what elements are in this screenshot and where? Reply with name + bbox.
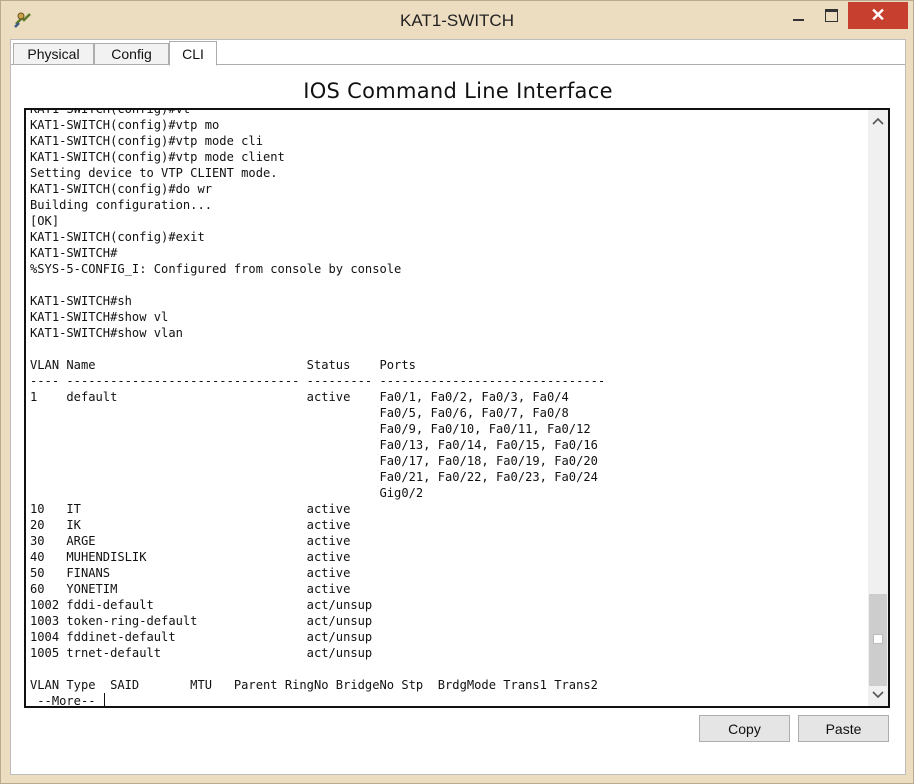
text-cursor	[103, 693, 105, 706]
terminal-line: 1002 fddi-default act/unsup	[30, 598, 373, 612]
terminal-line: 60 YONETIM active	[30, 582, 351, 596]
terminal-line: 1005 trnet-default act/unsup	[30, 646, 373, 660]
terminal-line: Fa0/5, Fa0/6, Fa0/7, Fa0/8	[30, 406, 569, 420]
terminal-line: VLAN Type SAID MTU Parent RingNo BridgeN…	[30, 678, 598, 692]
terminal-line: KAT1-SWITCH(config)#vtp mode cli	[30, 134, 263, 148]
terminal-line: KAT1-SWITCH#show vl	[30, 310, 169, 324]
terminal-line: 30 ARGE active	[30, 534, 351, 548]
minimize-button[interactable]	[783, 2, 813, 29]
terminal-line: Building configuration...	[30, 198, 213, 212]
title-bar[interactable]: KAT1-SWITCH ✕	[1, 1, 913, 39]
close-icon: ✕	[870, 5, 886, 25]
chevron-up-icon	[872, 117, 884, 125]
terminal-line: KAT1-SWITCH(config)#vtp mo	[30, 118, 220, 132]
scroll-thumb[interactable]	[869, 594, 887, 686]
terminal-line: [OK]	[30, 214, 60, 228]
terminal-scrollbar[interactable]	[868, 110, 888, 706]
terminal-line: --More--	[30, 693, 105, 708]
terminal-line: KAT1-SWITCH(config)#vtp mode client	[30, 150, 285, 164]
terminal-line: KAT1-SWITCH#	[30, 246, 118, 260]
tab-physical[interactable]: Physical	[13, 43, 94, 65]
tab-config[interactable]: Config	[94, 43, 169, 65]
terminal-line: 10 IT active	[30, 502, 351, 516]
terminal-line: 50 FINANS active	[30, 566, 351, 580]
terminal-line: 20 IK active	[30, 518, 351, 532]
terminal-line: Fa0/21, Fa0/22, Fa0/23, Fa0/24	[30, 470, 598, 484]
terminal-line: Setting device to VTP CLIENT mode.	[30, 166, 278, 180]
terminal-line: VLAN Name Status Ports	[30, 358, 416, 372]
scroll-down-button[interactable]	[868, 686, 888, 704]
scroll-up-button[interactable]	[868, 112, 888, 130]
terminal-line: 1004 fddinet-default act/unsup	[30, 630, 373, 644]
app-window: KAT1-SWITCH ✕ Physical Config CLI IOS Co…	[0, 0, 914, 784]
scroll-grip	[873, 634, 883, 644]
cli-terminal[interactable]: KAT1-SWITCH(config)#vt KAT1-SWITCH(config…	[24, 108, 890, 708]
terminal-line: KAT1-SWITCH#sh	[30, 294, 132, 308]
terminal-line: %SYS-5-CONFIG_I: Configured from console…	[30, 262, 402, 276]
chevron-down-icon	[872, 691, 884, 699]
terminal-line: 40 MUHENDISLIK active	[30, 550, 351, 564]
copy-button[interactable]: Copy	[699, 715, 790, 742]
terminal-line: KAT1-SWITCH(config)#do wr	[30, 182, 213, 196]
terminal-output: KAT1-SWITCH(config)#vt KAT1-SWITCH(config…	[30, 108, 865, 708]
maximize-button[interactable]	[816, 2, 846, 29]
terminal-line: Fa0/13, Fa0/14, Fa0/15, Fa0/16	[30, 438, 598, 452]
tab-cli[interactable]: CLI	[169, 41, 217, 66]
terminal-line: 1 default active Fa0/1, Fa0/2, Fa0/3, Fa…	[30, 390, 569, 404]
terminal-line: KAT1-SWITCH#show vlan	[30, 326, 183, 340]
terminal-line: Fa0/9, Fa0/10, Fa0/11, Fa0/12	[30, 422, 591, 436]
device-panel: Physical Config CLI IOS Command Line Int…	[10, 39, 906, 775]
terminal-line: Gig0/2	[30, 486, 424, 500]
terminal-line: ---- -------------------------------- --…	[30, 374, 606, 388]
terminal-line: Fa0/17, Fa0/18, Fa0/19, Fa0/20	[30, 454, 598, 468]
window-title: KAT1-SWITCH	[400, 11, 514, 30]
terminal-line: KAT1-SWITCH(config)#vt	[30, 108, 191, 116]
paste-button[interactable]: Paste	[798, 715, 889, 742]
maximize-icon	[824, 9, 838, 22]
minimize-icon	[792, 18, 804, 21]
panel-title: IOS Command Line Interface	[303, 79, 613, 103]
terminal-line: 1003 token-ring-default act/unsup	[30, 614, 373, 628]
close-button[interactable]: ✕	[848, 2, 908, 29]
terminal-line: KAT1-SWITCH(config)#exit	[30, 230, 205, 244]
